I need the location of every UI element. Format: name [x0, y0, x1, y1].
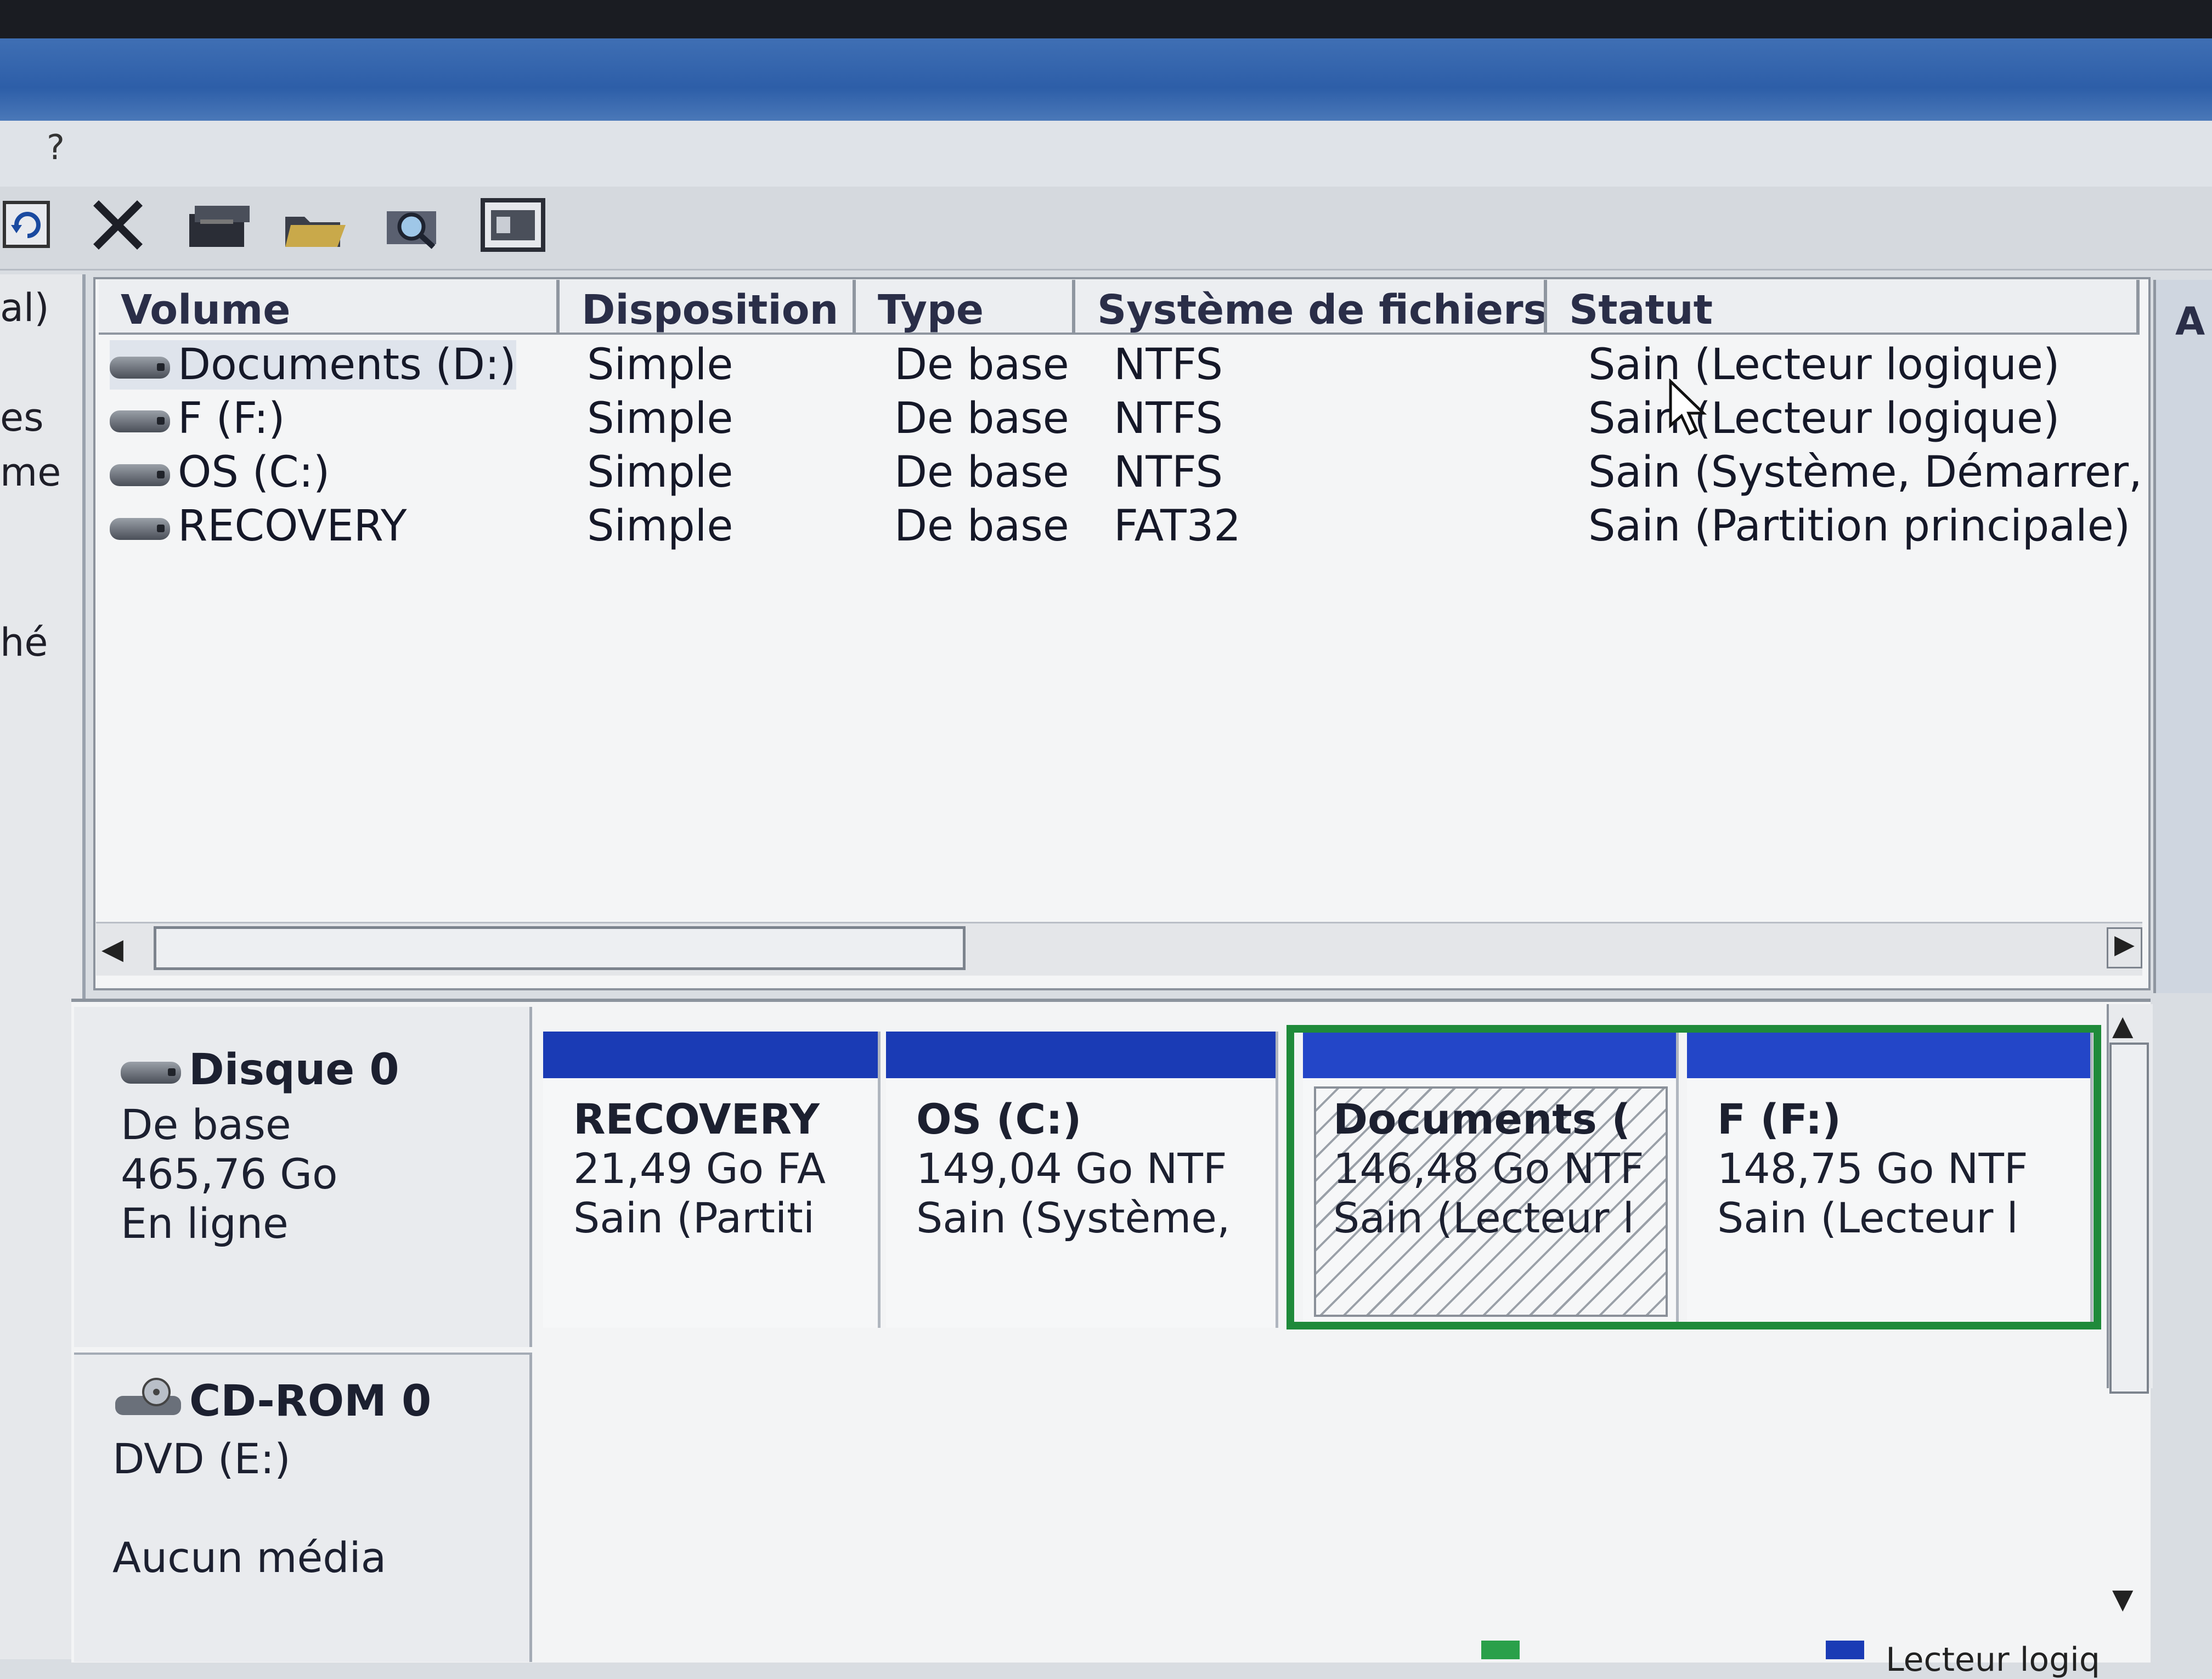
partition-bar [886, 1032, 1276, 1078]
column-disposition[interactable]: Disposition [560, 280, 856, 335]
table-row[interactable]: F (F:) Simple De base NTFS Sain (Lecteur… [110, 394, 2140, 447]
open-folder-icon[interactable] [280, 195, 346, 255]
partition-size: 21,49 Go FA [573, 1144, 826, 1193]
menu-help[interactable]: ? [47, 127, 65, 167]
delete-icon[interactable] [88, 195, 154, 255]
status-cell: Sain (Lecteur logique) [1588, 394, 2060, 443]
disk-0-title: Disque 0 [121, 1045, 399, 1095]
volume-cell: OS (C:) [110, 448, 330, 497]
column-filesystem[interactable]: Système de fichiers [1075, 280, 1547, 335]
disk-0-info[interactable]: Disque 0 De base 465,76 Go En ligne [74, 1007, 532, 1347]
console-icon[interactable] [477, 195, 545, 255]
partition-name: OS (C:) [916, 1095, 1082, 1143]
filesystem-cell: NTFS [1114, 448, 1223, 497]
partition-bar [543, 1032, 878, 1078]
scroll-down-button[interactable]: ▼ [2112, 1583, 2133, 1615]
vertical-scrollbar-thumb[interactable] [2109, 1043, 2149, 1394]
refresh-icon[interactable] [0, 195, 66, 255]
volume-cell: F (F:) [110, 394, 285, 443]
cdrom-0-title-text: CD-ROM 0 [189, 1377, 432, 1426]
partition-name: RECOVERY [573, 1095, 820, 1143]
partition-os[interactable]: OS (C:) 149,04 Go NTF Sain (Système, [886, 1032, 1278, 1328]
disk-icon [110, 356, 170, 379]
cdrom-0-title: CD-ROM 0 [112, 1377, 431, 1431]
table-row[interactable]: OS (C:) Simple De base NTFS Sain (Systèm… [110, 448, 2142, 500]
left-fragment: al) [0, 285, 49, 330]
cdrom-icon [112, 1377, 184, 1431]
column-volume[interactable]: Volume [99, 280, 560, 335]
filesystem-cell: NTFS [1114, 394, 1223, 443]
column-type[interactable]: Type [856, 280, 1075, 335]
volume-cell: RECOVERY [110, 502, 407, 551]
scrollbar-thumb[interactable] [154, 926, 966, 970]
cdrom-0-info[interactable]: CD-ROM 0 DVD (E:) Aucun média [74, 1353, 532, 1662]
right-column-label: A [2175, 299, 2205, 344]
extended-partition-border [1286, 1025, 2101, 1329]
disk-0-size: 465,76 Go [121, 1150, 338, 1198]
disk-0-type: De base [121, 1100, 291, 1149]
table-row[interactable]: Documents (D:) Simple De base NTFS Sain … [110, 340, 2140, 393]
cdrom-0-media: Aucun média [112, 1533, 387, 1582]
disk-icon [121, 1061, 181, 1084]
disk-0-state: En ligne [121, 1199, 289, 1248]
volume-name: OS (C:) [178, 448, 330, 497]
volume-name: RECOVERY [178, 502, 407, 551]
right-column-fragment [2153, 280, 2212, 993]
status-cell: Sain (Partition principale) [1588, 502, 2131, 551]
search-icon[interactable] [379, 195, 444, 255]
status-cell: Sain (Système, Démarrer, [1588, 448, 2142, 497]
scroll-up-button[interactable]: ▲ [2112, 1010, 2133, 1041]
disk-icon [110, 464, 170, 486]
title-bar [0, 38, 2212, 121]
left-fragment: me [0, 450, 61, 495]
disposition-cell: Simple [587, 448, 733, 497]
column-header: Volume Disposition Type Système de fichi… [99, 280, 2140, 337]
scroll-right-button[interactable]: ▶ [2107, 927, 2142, 968]
type-cell: De base [894, 448, 1069, 497]
disk-icon [110, 410, 170, 432]
left-fragment: es [0, 395, 44, 440]
type-cell: De base [894, 340, 1069, 390]
scroll-left-button[interactable]: ◀ [101, 933, 123, 966]
partition-recovery[interactable]: RECOVERY 21,49 Go FA Sain (Partiti [543, 1032, 881, 1328]
volume-name: F (F:) [178, 394, 285, 443]
type-cell: De base [894, 502, 1069, 551]
legend: Lecteur logiq [1481, 1641, 2100, 1679]
mouse-cursor-icon [1668, 378, 1712, 441]
screen-bezel [0, 0, 2212, 38]
filesystem-cell: NTFS [1114, 340, 1223, 390]
filesystem-cell: FAT32 [1114, 502, 1241, 551]
legend-label: Lecteur logiq [1886, 1641, 2100, 1679]
column-status[interactable]: Statut [1547, 280, 2140, 335]
disk-0-title-text: Disque 0 [189, 1045, 399, 1095]
status-cell: Sain (Lecteur logique) [1588, 340, 2060, 390]
volume-cell: Documents (D:) [110, 340, 516, 390]
disposition-cell: Simple [587, 340, 733, 390]
disposition-cell: Simple [587, 502, 733, 551]
volume-name: Documents (D:) [178, 340, 516, 390]
menu-bar [0, 121, 2212, 187]
table-row[interactable]: RECOVERY Simple De base FAT32 Sain (Part… [110, 502, 2140, 554]
properties-icon[interactable] [184, 195, 250, 255]
partition-status: Sain (Partiti [573, 1193, 815, 1242]
legend-swatch-green [1481, 1641, 1520, 1659]
partition-size: 149,04 Go NTF [916, 1144, 1227, 1193]
partition-status: Sain (Système, [916, 1193, 1231, 1242]
cdrom-0-drive: DVD (E:) [112, 1434, 291, 1483]
disk-icon [110, 517, 170, 540]
legend-swatch-blue [1826, 1641, 1865, 1659]
left-fragment: hé [0, 620, 48, 665]
type-cell: De base [894, 394, 1069, 443]
disposition-cell: Simple [587, 394, 733, 443]
